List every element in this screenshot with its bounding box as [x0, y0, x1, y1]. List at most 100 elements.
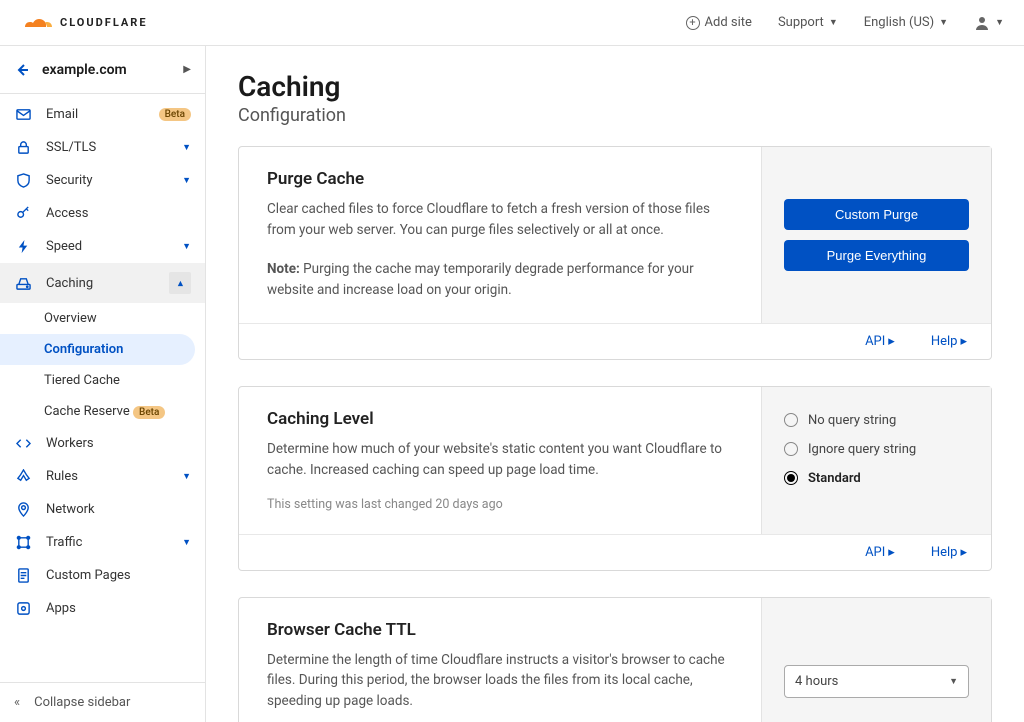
- api-link[interactable]: API▸: [865, 545, 895, 560]
- caret-down-icon: ▼: [182, 142, 191, 153]
- sidebar-subitem-cache-reserve[interactable]: Cache Reserve Beta: [0, 396, 205, 427]
- topbar: CLOUDFLARE + Add site Support ▼ English …: [0, 0, 1024, 46]
- ttl-select[interactable]: 4 hours ▼: [784, 665, 969, 698]
- support-label: Support: [778, 15, 824, 30]
- plus-circle-icon: +: [686, 16, 700, 30]
- sidebar-subitem-overview[interactable]: Overview: [0, 303, 205, 334]
- add-site-label: Add site: [705, 15, 752, 30]
- nav-label: Network: [46, 502, 191, 517]
- subitem-label: Configuration: [44, 342, 123, 357]
- collapse-label: Collapse sidebar: [34, 695, 130, 710]
- sidebar-item-workers[interactable]: Workers: [0, 427, 205, 460]
- grid-icon: [14, 601, 32, 616]
- sidebar-item-caching[interactable]: Caching ▼: [0, 263, 205, 303]
- sidebar-subitem-tiered-cache[interactable]: Tiered Cache: [0, 365, 205, 396]
- help-link[interactable]: Help▸: [931, 334, 967, 349]
- brand-text: CLOUDFLARE: [60, 16, 148, 29]
- chevrons-left-icon: «: [14, 695, 20, 710]
- cloud-icon: [20, 14, 54, 32]
- subitem-label: Cache Reserve: [44, 404, 130, 419]
- brand-logo[interactable]: CLOUDFLARE: [20, 14, 148, 32]
- pin-icon: [14, 502, 32, 517]
- ttl-value: 4 hours: [795, 674, 838, 689]
- lock-icon: [14, 140, 32, 155]
- card-caching-level: Caching Level Determine how much of your…: [238, 386, 992, 571]
- nav-label: Email: [46, 107, 145, 122]
- caret-down-icon: ▼: [182, 241, 191, 252]
- nav-label: Custom Pages: [46, 568, 191, 583]
- card-browser-cache-ttl: Browser Cache TTL Determine the length o…: [238, 597, 992, 722]
- sidebar-item-email[interactable]: Email Beta: [0, 98, 205, 131]
- account-menu[interactable]: ▼: [974, 15, 1004, 31]
- caret-down-icon: ▼: [949, 676, 958, 687]
- caret-up-icon: ▼: [169, 272, 191, 294]
- card-title: Browser Cache TTL: [267, 620, 733, 640]
- language-label: English (US): [864, 15, 934, 30]
- collapse-sidebar-button[interactable]: « Collapse sidebar: [0, 682, 205, 722]
- nav-label: Workers: [46, 436, 191, 451]
- purge-everything-button[interactable]: Purge Everything: [784, 240, 969, 271]
- chevron-right-icon: ▶: [183, 64, 191, 75]
- page-title: Caching: [238, 70, 992, 103]
- support-menu[interactable]: Support ▼: [778, 15, 838, 30]
- sidebar-item-custom-pages[interactable]: Custom Pages: [0, 559, 205, 592]
- card-purge-cache: Purge Cache Clear cached files to force …: [238, 146, 992, 360]
- bolt-icon: [14, 239, 32, 254]
- user-icon: [974, 15, 990, 31]
- radio-icon: [784, 442, 798, 456]
- sidebar-item-network[interactable]: Network: [0, 493, 205, 526]
- caret-down-icon: ▼: [939, 17, 948, 28]
- sidebar: example.com ▶ Email Beta SSL/TLS ▼ Secur…: [0, 46, 206, 722]
- radio-label: Standard: [808, 471, 861, 486]
- note-body: Purging the cache may temporarily degrad…: [267, 261, 694, 298]
- net-icon: [14, 535, 32, 550]
- nav-label: Caching: [46, 276, 155, 291]
- caching-level-radio-standard[interactable]: Standard: [784, 471, 969, 486]
- caching-level-options: No query string Ignore query string Standa…: [761, 387, 991, 534]
- caret-down-icon: ▼: [182, 175, 191, 186]
- caret-down-icon: ▼: [995, 17, 1004, 28]
- sidebar-subitem-configuration[interactable]: Configuration: [0, 334, 195, 365]
- nav-label: Traffic: [46, 535, 168, 550]
- card-title: Purge Cache: [267, 169, 733, 189]
- code-icon: [14, 436, 32, 451]
- sidebar-item-rules[interactable]: Rules ▼: [0, 460, 205, 493]
- caching-level-radio-no-query-string[interactable]: No query string: [784, 413, 969, 428]
- beta-badge: Beta: [159, 108, 191, 121]
- nav-label: Rules: [46, 469, 168, 484]
- topbar-right: + Add site Support ▼ English (US) ▼ ▼: [686, 15, 1004, 31]
- nav-label: Speed: [46, 239, 168, 254]
- subitem-label: Tiered Cache: [44, 373, 120, 388]
- page-subtitle: Configuration: [238, 105, 992, 126]
- help-link[interactable]: Help▸: [931, 545, 967, 560]
- caching-level-radio-ignore-query-string[interactable]: Ignore query string: [784, 442, 969, 457]
- card-desc: Determine the length of time Cloudflare …: [267, 650, 733, 713]
- sidebar-item-ssl-tls[interactable]: SSL/TLS ▼: [0, 131, 205, 164]
- radio-label: Ignore query string: [808, 442, 916, 457]
- sidebar-item-apps[interactable]: Apps: [0, 592, 205, 625]
- site-selector[interactable]: example.com ▶: [0, 46, 205, 94]
- sidebar-item-security[interactable]: Security ▼: [0, 164, 205, 197]
- radio-icon: [784, 471, 798, 485]
- shield-icon: [14, 173, 32, 188]
- chevron-right-icon: ▸: [960, 545, 967, 560]
- sidebar-item-traffic[interactable]: Traffic ▼: [0, 526, 205, 559]
- sidebar-item-access[interactable]: Access: [0, 197, 205, 230]
- back-arrow-icon[interactable]: [14, 62, 30, 78]
- language-menu[interactable]: English (US) ▼: [864, 15, 948, 30]
- card-note: Note: Purging the cache may temporarily …: [267, 259, 733, 301]
- api-link[interactable]: API▸: [865, 334, 895, 349]
- card-desc: Determine how much of your website's sta…: [267, 439, 733, 481]
- nav-label: Apps: [46, 601, 191, 616]
- radio-icon: [784, 413, 798, 427]
- caret-down-icon: ▼: [829, 17, 838, 28]
- mail-icon: [14, 107, 32, 122]
- add-site-button[interactable]: + Add site: [686, 15, 752, 30]
- custom-purge-button[interactable]: Custom Purge: [784, 199, 969, 230]
- nav-label: SSL/TLS: [46, 140, 168, 155]
- nav-label: Access: [46, 206, 191, 221]
- sidebar-item-speed[interactable]: Speed ▼: [0, 230, 205, 263]
- card-title: Caching Level: [267, 409, 733, 429]
- site-name: example.com: [42, 62, 171, 78]
- main-content: Caching Configuration Purge Cache Clear …: [206, 46, 1024, 722]
